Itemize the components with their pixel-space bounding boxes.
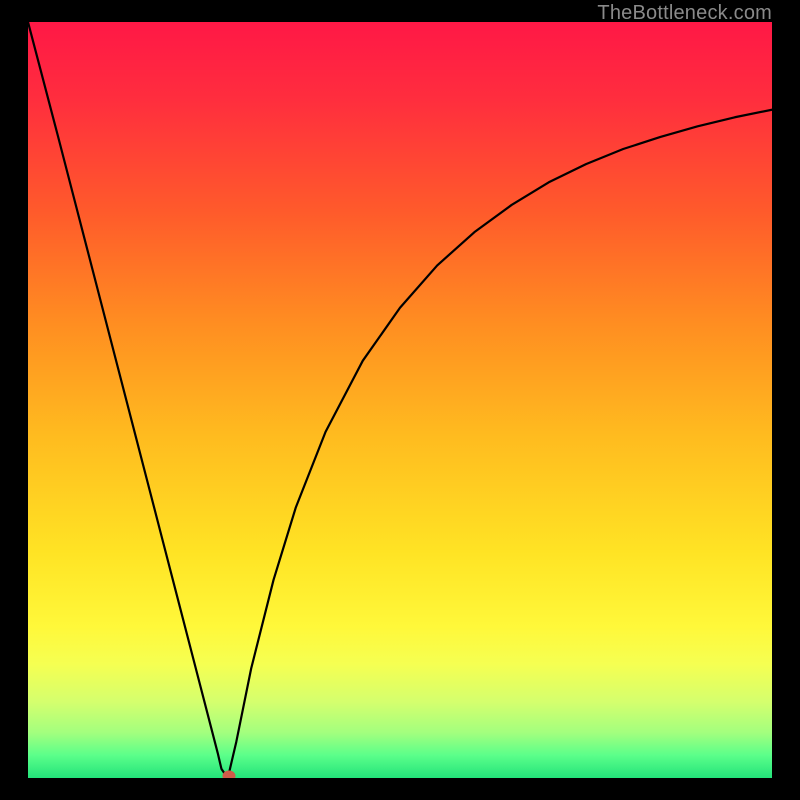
chart-frame: TheBottleneck.com (0, 0, 800, 800)
plot-area (28, 22, 772, 778)
background-gradient (28, 22, 772, 778)
